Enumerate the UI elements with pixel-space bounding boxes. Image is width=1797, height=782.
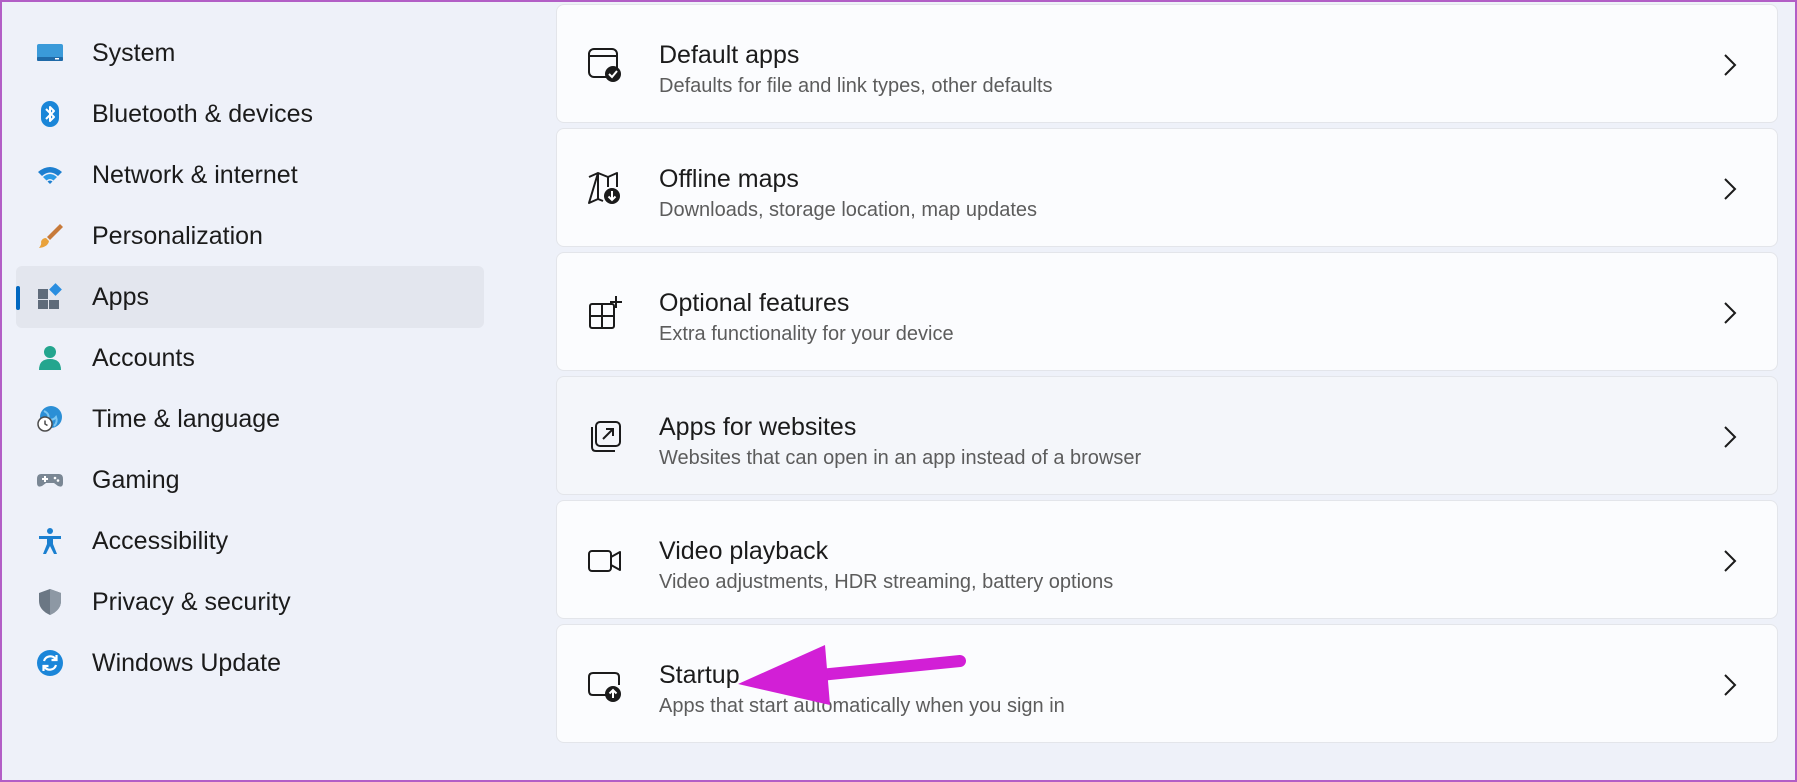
annotation-arrow bbox=[738, 645, 966, 705]
